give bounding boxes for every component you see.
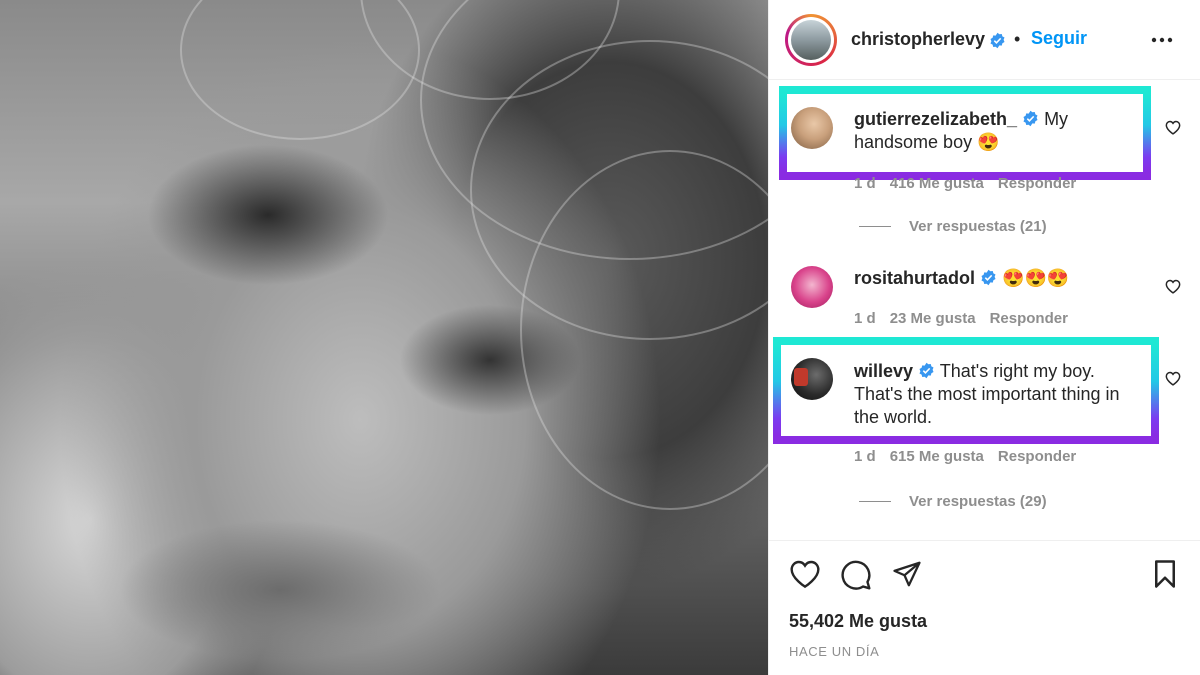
view-replies-button[interactable]: Ver respuestas (21) xyxy=(859,218,1047,235)
heart-icon[interactable] xyxy=(789,559,821,589)
comment-like-count[interactable]: 23 Me gusta xyxy=(890,310,976,327)
reply-button[interactable]: Responder xyxy=(998,448,1076,465)
separator-dot: • xyxy=(1014,29,1021,49)
replies-divider-line xyxy=(859,226,891,227)
comment-meta: 1 d 416 Me gusta Responder xyxy=(854,175,1090,192)
verified-badge-icon xyxy=(990,32,1005,49)
comment-body: willevy That's right my boy. That's the … xyxy=(854,360,1144,429)
comment-age: 1 d xyxy=(854,310,876,327)
comment-like-count[interactable]: 615 Me gusta xyxy=(890,448,984,465)
post-header: christopherlevy • Seguir xyxy=(769,0,1200,80)
verified-badge-icon xyxy=(919,362,934,379)
follow-button[interactable]: Seguir xyxy=(1031,28,1087,49)
send-icon[interactable] xyxy=(891,559,923,589)
comment-age: 1 d xyxy=(854,175,876,192)
reply-button[interactable]: Responder xyxy=(990,310,1068,327)
more-options-icon[interactable] xyxy=(1151,32,1173,48)
comment-like-heart-icon[interactable] xyxy=(1165,279,1181,294)
comment-meta: 1 d 23 Me gusta Responder xyxy=(854,310,1082,327)
comment-body: gutierrezelizabeth_ My handsome boy 😍 xyxy=(854,108,1122,154)
bookmark-icon[interactable] xyxy=(1152,559,1178,589)
view-replies-label: Ver respuestas (21) xyxy=(909,218,1047,235)
comment-username[interactable]: rositahurtadol xyxy=(854,268,975,288)
comment-avatar[interactable] xyxy=(791,358,833,400)
comment-body: rositahurtadol 😍😍😍 xyxy=(854,267,1144,290)
comment-meta: 1 d 615 Me gusta Responder xyxy=(854,448,1090,465)
post-action-bar xyxy=(769,540,1200,610)
view-replies-button[interactable]: Ver respuestas (29) xyxy=(859,493,1047,510)
author-avatar[interactable] xyxy=(785,14,837,66)
comment-avatar[interactable] xyxy=(791,107,833,149)
comment-like-heart-icon[interactable] xyxy=(1165,371,1181,386)
verified-badge-icon xyxy=(981,269,996,286)
view-replies-label: Ver respuestas (29) xyxy=(909,493,1047,510)
comment-icon[interactable] xyxy=(840,559,872,591)
reply-button[interactable]: Responder xyxy=(998,175,1076,192)
post-photo xyxy=(0,0,768,675)
replies-divider-line xyxy=(859,501,891,502)
comment-text: 😍😍😍 xyxy=(1002,268,1070,288)
comment-avatar[interactable] xyxy=(791,266,833,308)
comment-username[interactable]: gutierrezelizabeth_ xyxy=(854,109,1017,129)
comment-username[interactable]: willevy xyxy=(854,361,913,381)
post-like-count[interactable]: 55,402 Me gusta xyxy=(789,611,927,632)
comment-like-heart-icon[interactable] xyxy=(1165,120,1181,135)
comment-like-count[interactable]: 416 Me gusta xyxy=(890,175,984,192)
verified-badge-icon xyxy=(1023,110,1038,127)
post-timestamp: HACE UN DÍA xyxy=(789,644,880,659)
comment-age: 1 d xyxy=(854,448,876,465)
post-side-panel: christopherlevy • Seguir gutierrezelizab… xyxy=(768,0,1200,675)
author-username[interactable]: christopherlevy xyxy=(851,29,985,50)
